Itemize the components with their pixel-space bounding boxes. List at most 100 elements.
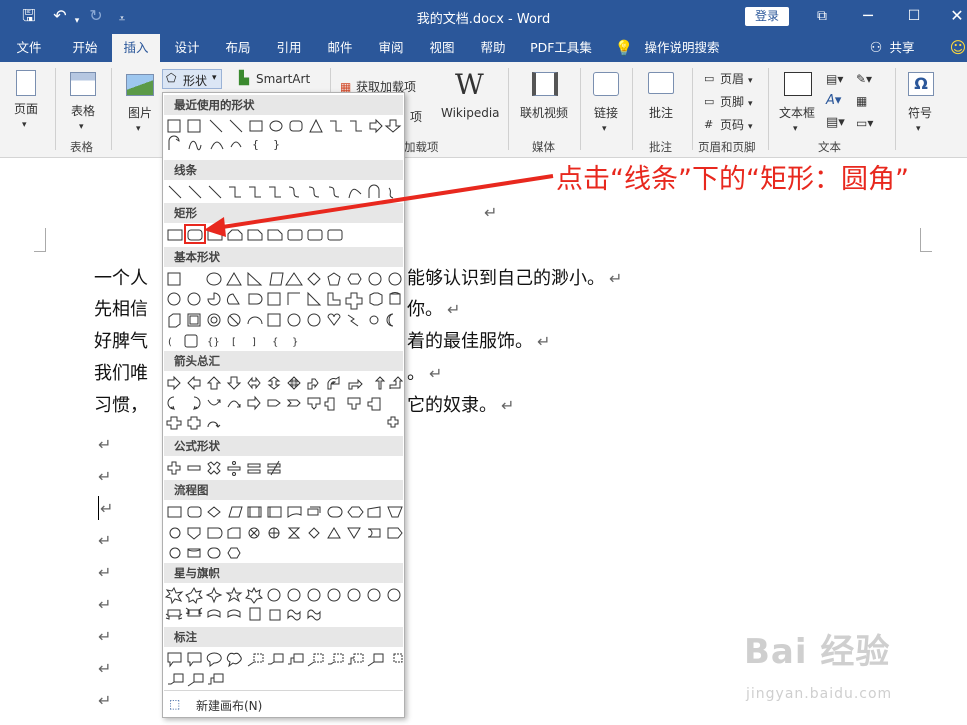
tab-review[interactable]: 审阅 — [369, 34, 413, 62]
tab-insert[interactable]: 插入 — [112, 34, 160, 62]
person-icon: ⚇ — [869, 40, 883, 56]
table-group-label: 表格 — [70, 140, 93, 154]
document-line[interactable]: 一个人 — [94, 268, 148, 290]
ribbon-display-icon[interactable]: ⧉ — [812, 7, 832, 25]
footer-button[interactable]: 页脚 — [720, 95, 744, 109]
textbox-icon[interactable] — [784, 72, 812, 96]
comment-icon[interactable] — [648, 72, 674, 94]
pages-icon[interactable] — [16, 70, 36, 96]
login-button[interactable]: 登录 — [745, 7, 789, 26]
share-button[interactable]: 共享 — [887, 34, 917, 62]
tab-view[interactable]: 视图 — [420, 34, 464, 62]
picture-dropdown-icon[interactable]: ▾ — [136, 122, 141, 136]
text-cursor — [98, 496, 99, 520]
document-line-tail[interactable]: 它的奴隶。 ↵ — [407, 395, 514, 417]
page-number-icon[interactable]: # — [704, 118, 713, 132]
dropcap-icon[interactable]: ▤▾ — [826, 116, 845, 130]
comment-button[interactable]: 批注 — [649, 106, 673, 120]
shape-row-flowchart[interactable] — [165, 503, 403, 559]
maximize-icon[interactable]: ☐ — [904, 7, 924, 25]
shape-row-callouts[interactable] — [165, 650, 403, 687]
document-line[interactable]: 习惯， — [94, 395, 148, 417]
symbol-button[interactable]: 符号 — [908, 106, 932, 120]
textbox-dropdown-icon[interactable]: ▾ — [793, 122, 798, 136]
date-time-icon[interactable]: ▦ — [856, 94, 867, 108]
document-line-tail[interactable]: 着的最佳服饰。 ↵ — [407, 331, 550, 353]
svg-text:[: [ — [232, 337, 236, 348]
shape-row-stars[interactable] — [165, 586, 403, 621]
separator — [580, 68, 581, 150]
shapes-gallery-menu: 最近使用的形状 {} 线条 矩形 基本形状 ({} [] {} 箭头总汇 … — [162, 92, 405, 718]
object-icon[interactable]: ▭▾ — [856, 116, 873, 130]
document-line-tail[interactable]: 能够认识到自己的渺小。 ↵ — [407, 268, 622, 290]
symbol-icon[interactable]: Ω — [908, 72, 934, 96]
chevron-down-icon: ▾ — [212, 73, 217, 83]
tell-me-search[interactable]: 操作说明搜索 — [640, 34, 724, 62]
svg-text:}: } — [292, 337, 298, 348]
separator — [768, 68, 769, 150]
online-video-icon[interactable] — [532, 72, 558, 96]
highlight-box — [184, 224, 206, 244]
picture-button[interactable]: 图片 — [128, 106, 152, 120]
minimize-icon[interactable]: ─ — [858, 7, 878, 25]
shape-row-arrows[interactable] — [165, 374, 403, 430]
smartart-icon[interactable]: ▙ — [239, 72, 249, 86]
document-line-tail[interactable]: 你。 ↵ — [407, 299, 460, 321]
separator — [508, 68, 509, 150]
new-canvas-item[interactable]: 新建画布(N) — [196, 697, 262, 714]
header-button[interactable]: 页眉 — [720, 72, 744, 86]
footer-icon[interactable]: ▭ — [704, 95, 714, 109]
shapes-label: 形状 — [183, 74, 208, 88]
symbol-dropdown-icon[interactable]: ▾ — [916, 122, 921, 136]
shape-row-lines[interactable] — [165, 183, 403, 203]
wikipedia-icon[interactable]: W — [455, 70, 484, 100]
wikipedia-button[interactable]: Wikipedia — [441, 106, 500, 120]
textbox-button[interactable]: 文本框 — [779, 106, 815, 120]
tab-mailings[interactable]: 邮件 — [318, 34, 362, 62]
page-number-dropdown-icon[interactable]: ▾ — [748, 120, 753, 134]
document-line[interactable]: 先相信 — [94, 299, 148, 321]
smiley-icon[interactable]: ☺ — [948, 34, 967, 62]
close-icon[interactable]: ✕ — [947, 7, 967, 25]
shapes-button[interactable]: ⬠ 形状 ▾ — [162, 69, 222, 89]
shape-row-basic[interactable]: ( {} [ ] {} — [165, 270, 403, 348]
lightbulb-icon: 💡 — [614, 39, 634, 57]
page-corner-mark — [34, 228, 46, 252]
online-video-button[interactable]: 联机视频 — [520, 106, 568, 120]
separator — [632, 68, 633, 150]
tab-pdf-tools[interactable]: PDF工具集 — [525, 34, 597, 62]
pages-button[interactable]: 页面 — [14, 102, 38, 116]
table-dropdown-icon[interactable]: ▾ — [79, 120, 84, 134]
link-icon[interactable] — [593, 72, 619, 96]
link-button[interactable]: 链接 — [594, 106, 618, 120]
quick-parts-icon[interactable]: ▤▾ — [826, 72, 843, 86]
separator — [111, 68, 112, 150]
shape-row-recent[interactable]: {} — [165, 117, 403, 151]
signature-line-icon[interactable]: ✎▾ — [856, 72, 872, 86]
tab-layout[interactable]: 布局 — [216, 34, 260, 62]
picture-icon[interactable] — [126, 74, 154, 96]
tab-file[interactable]: 文件 — [6, 34, 52, 62]
document-line-tail[interactable]: 。 ↵ — [407, 363, 442, 385]
paragraph-mark: ↵ — [100, 499, 114, 518]
header-dropdown-icon[interactable]: ▾ — [748, 74, 753, 88]
pages-dropdown-icon[interactable]: ▾ — [22, 118, 27, 132]
table-button[interactable]: 表格 — [71, 104, 95, 118]
shape-row-equation[interactable] — [165, 459, 403, 479]
text-group-label: 文本 — [818, 140, 841, 154]
tab-references[interactable]: 引用 — [267, 34, 311, 62]
smartart-button[interactable]: SmartArt — [256, 72, 310, 86]
wordart-icon[interactable]: A▾ — [826, 94, 841, 108]
table-icon[interactable] — [70, 72, 96, 96]
link-dropdown-icon[interactable]: ▾ — [602, 122, 607, 136]
document-line[interactable]: 好脾气 — [94, 331, 148, 353]
tab-design[interactable]: 设计 — [165, 34, 209, 62]
document-line[interactable]: 我们唯 — [94, 363, 148, 385]
tab-help[interactable]: 帮助 — [471, 34, 515, 62]
watermark-logo: Bai 经验 — [744, 632, 891, 672]
my-addins-button[interactable]: 项 — [410, 110, 422, 124]
footer-dropdown-icon[interactable]: ▾ — [748, 97, 753, 111]
header-icon[interactable]: ▭ — [704, 72, 714, 86]
page-number-button[interactable]: 页码 — [720, 118, 744, 132]
tab-home[interactable]: 开始 — [62, 34, 108, 62]
